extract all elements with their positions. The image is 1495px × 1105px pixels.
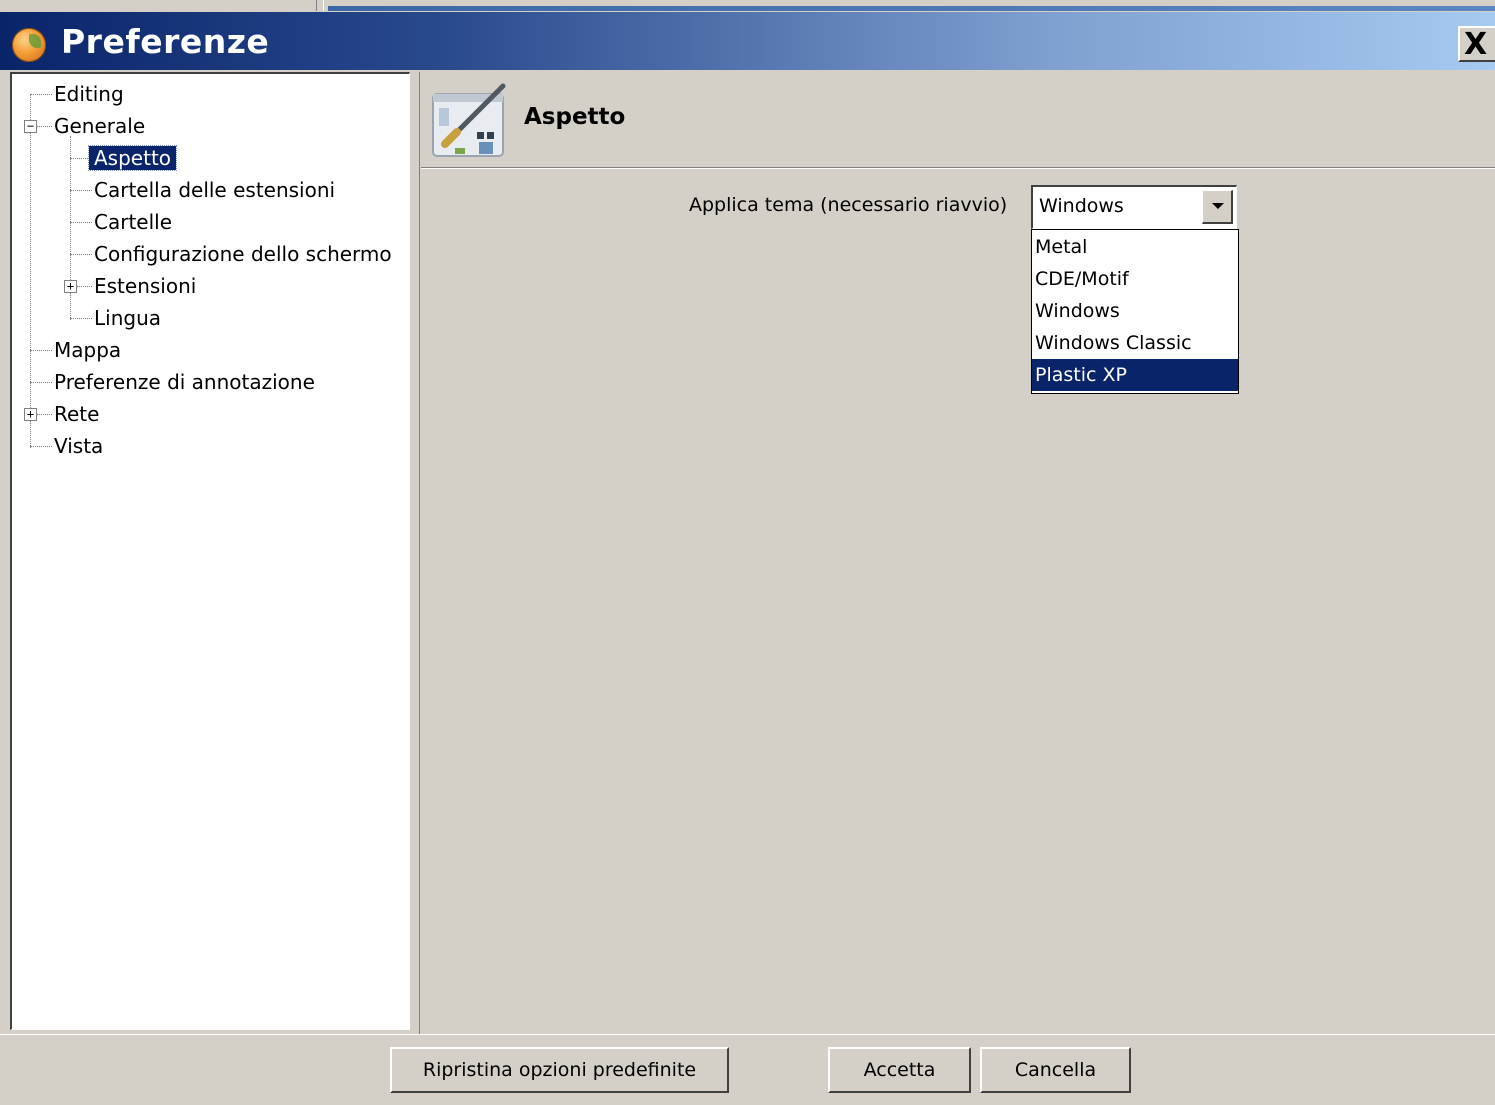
cancel-button[interactable]: Cancella: [980, 1047, 1131, 1093]
tree-line: [30, 94, 52, 95]
tree-item-label: Estensioni: [94, 274, 197, 298]
background-window-strip: [0, 0, 1495, 12]
panel-splitter[interactable]: [410, 72, 420, 1034]
tree-line: [30, 446, 52, 447]
theme-label: Applica tema (necessario riavvio): [689, 194, 1008, 216]
theme-option-windows-classic[interactable]: Windows Classic: [1032, 327, 1238, 359]
tree-item-vista[interactable]: Vista: [54, 431, 103, 461]
tree-line: [30, 94, 31, 448]
tree-item-generale[interactable]: Generale: [54, 111, 145, 141]
tree-item-label: Generale: [54, 114, 146, 138]
tree-item-label: Mappa: [54, 338, 122, 362]
theme-select-value: Windows: [1039, 195, 1124, 217]
tree-item-label: Cartelle: [94, 210, 173, 234]
settings-panel: Aspetto Applica tema (necessario riavvio…: [421, 72, 1495, 1034]
tree-item-lingua[interactable]: Lingua: [94, 303, 161, 333]
reset-defaults-button[interactable]: Ripristina opzioni predefinite: [390, 1047, 729, 1093]
theme-select[interactable]: Windows: [1031, 185, 1237, 229]
tree-item-cartella-estensioni[interactable]: Cartella delle estensioni: [94, 175, 335, 205]
app-logo-icon: [12, 28, 46, 62]
tree-line: [30, 350, 52, 351]
theme-option-windows[interactable]: Windows: [1032, 295, 1238, 327]
tree-line: [30, 382, 52, 383]
tree-item-preferenze-annotazione[interactable]: Preferenze di annotazione: [54, 367, 315, 397]
tree-line: [70, 222, 92, 223]
tree-line: [76, 286, 92, 287]
background-window-titlebar: [328, 6, 1495, 11]
window-title: Preferenze: [61, 22, 270, 61]
tree-item-rete[interactable]: Rete: [54, 399, 99, 429]
tree-item-label: Lingua: [94, 306, 162, 330]
accept-button[interactable]: Accetta: [828, 1047, 971, 1093]
expand-icon[interactable]: +: [64, 280, 77, 293]
title-bar[interactable]: Preferenze X: [0, 12, 1495, 70]
tree-item-label: Configurazione dello schermo: [94, 242, 392, 266]
tree-line: [36, 414, 52, 415]
tree-line: [70, 190, 92, 191]
tree-item-label: Aspetto: [87, 145, 178, 171]
theme-option-metal[interactable]: Metal: [1032, 231, 1238, 263]
tree-item-mappa[interactable]: Mappa: [54, 335, 121, 365]
tree-line: [36, 126, 52, 127]
background-divider: [316, 0, 324, 11]
tree-line: [70, 254, 92, 255]
tree-item-estensioni[interactable]: Estensioni: [94, 271, 196, 301]
theme-option-cde-motif[interactable]: CDE/Motif: [1032, 263, 1238, 295]
collapse-icon[interactable]: −: [24, 120, 37, 133]
dialog-footer: Ripristina opzioni predefinite Accetta C…: [0, 1034, 1495, 1105]
tree-item-label: Preferenze di annotazione: [54, 370, 315, 394]
tree-item-editing[interactable]: Editing: [54, 79, 124, 109]
theme-dropdown-list[interactable]: Metal CDE/Motif Windows Windows Classic …: [1031, 229, 1239, 394]
theme-option-plastic-xp[interactable]: Plastic XP: [1032, 359, 1238, 391]
preferences-tree[interactable]: − + + Editing Generale Aspetto Cartella …: [10, 72, 410, 1030]
chevron-down-icon[interactable]: [1202, 190, 1233, 224]
tree-item-aspetto[interactable]: Aspetto: [87, 143, 178, 173]
tree-item-label: Rete: [54, 402, 100, 426]
paintbrush-appearance-icon: [432, 83, 506, 157]
tree-item-label: Editing: [54, 82, 124, 106]
expand-icon[interactable]: +: [24, 408, 37, 421]
tree-line: [70, 318, 92, 319]
panel-header: Aspetto: [421, 72, 1495, 169]
tree-item-label: Vista: [54, 434, 104, 458]
tree-item-cartelle[interactable]: Cartelle: [94, 207, 172, 237]
panel-title: Aspetto: [524, 104, 626, 130]
tree-item-configurazione-schermo[interactable]: Configurazione dello schermo: [94, 239, 392, 269]
tree-item-label: Cartella delle estensioni: [94, 178, 336, 202]
close-button[interactable]: X: [1458, 26, 1495, 62]
